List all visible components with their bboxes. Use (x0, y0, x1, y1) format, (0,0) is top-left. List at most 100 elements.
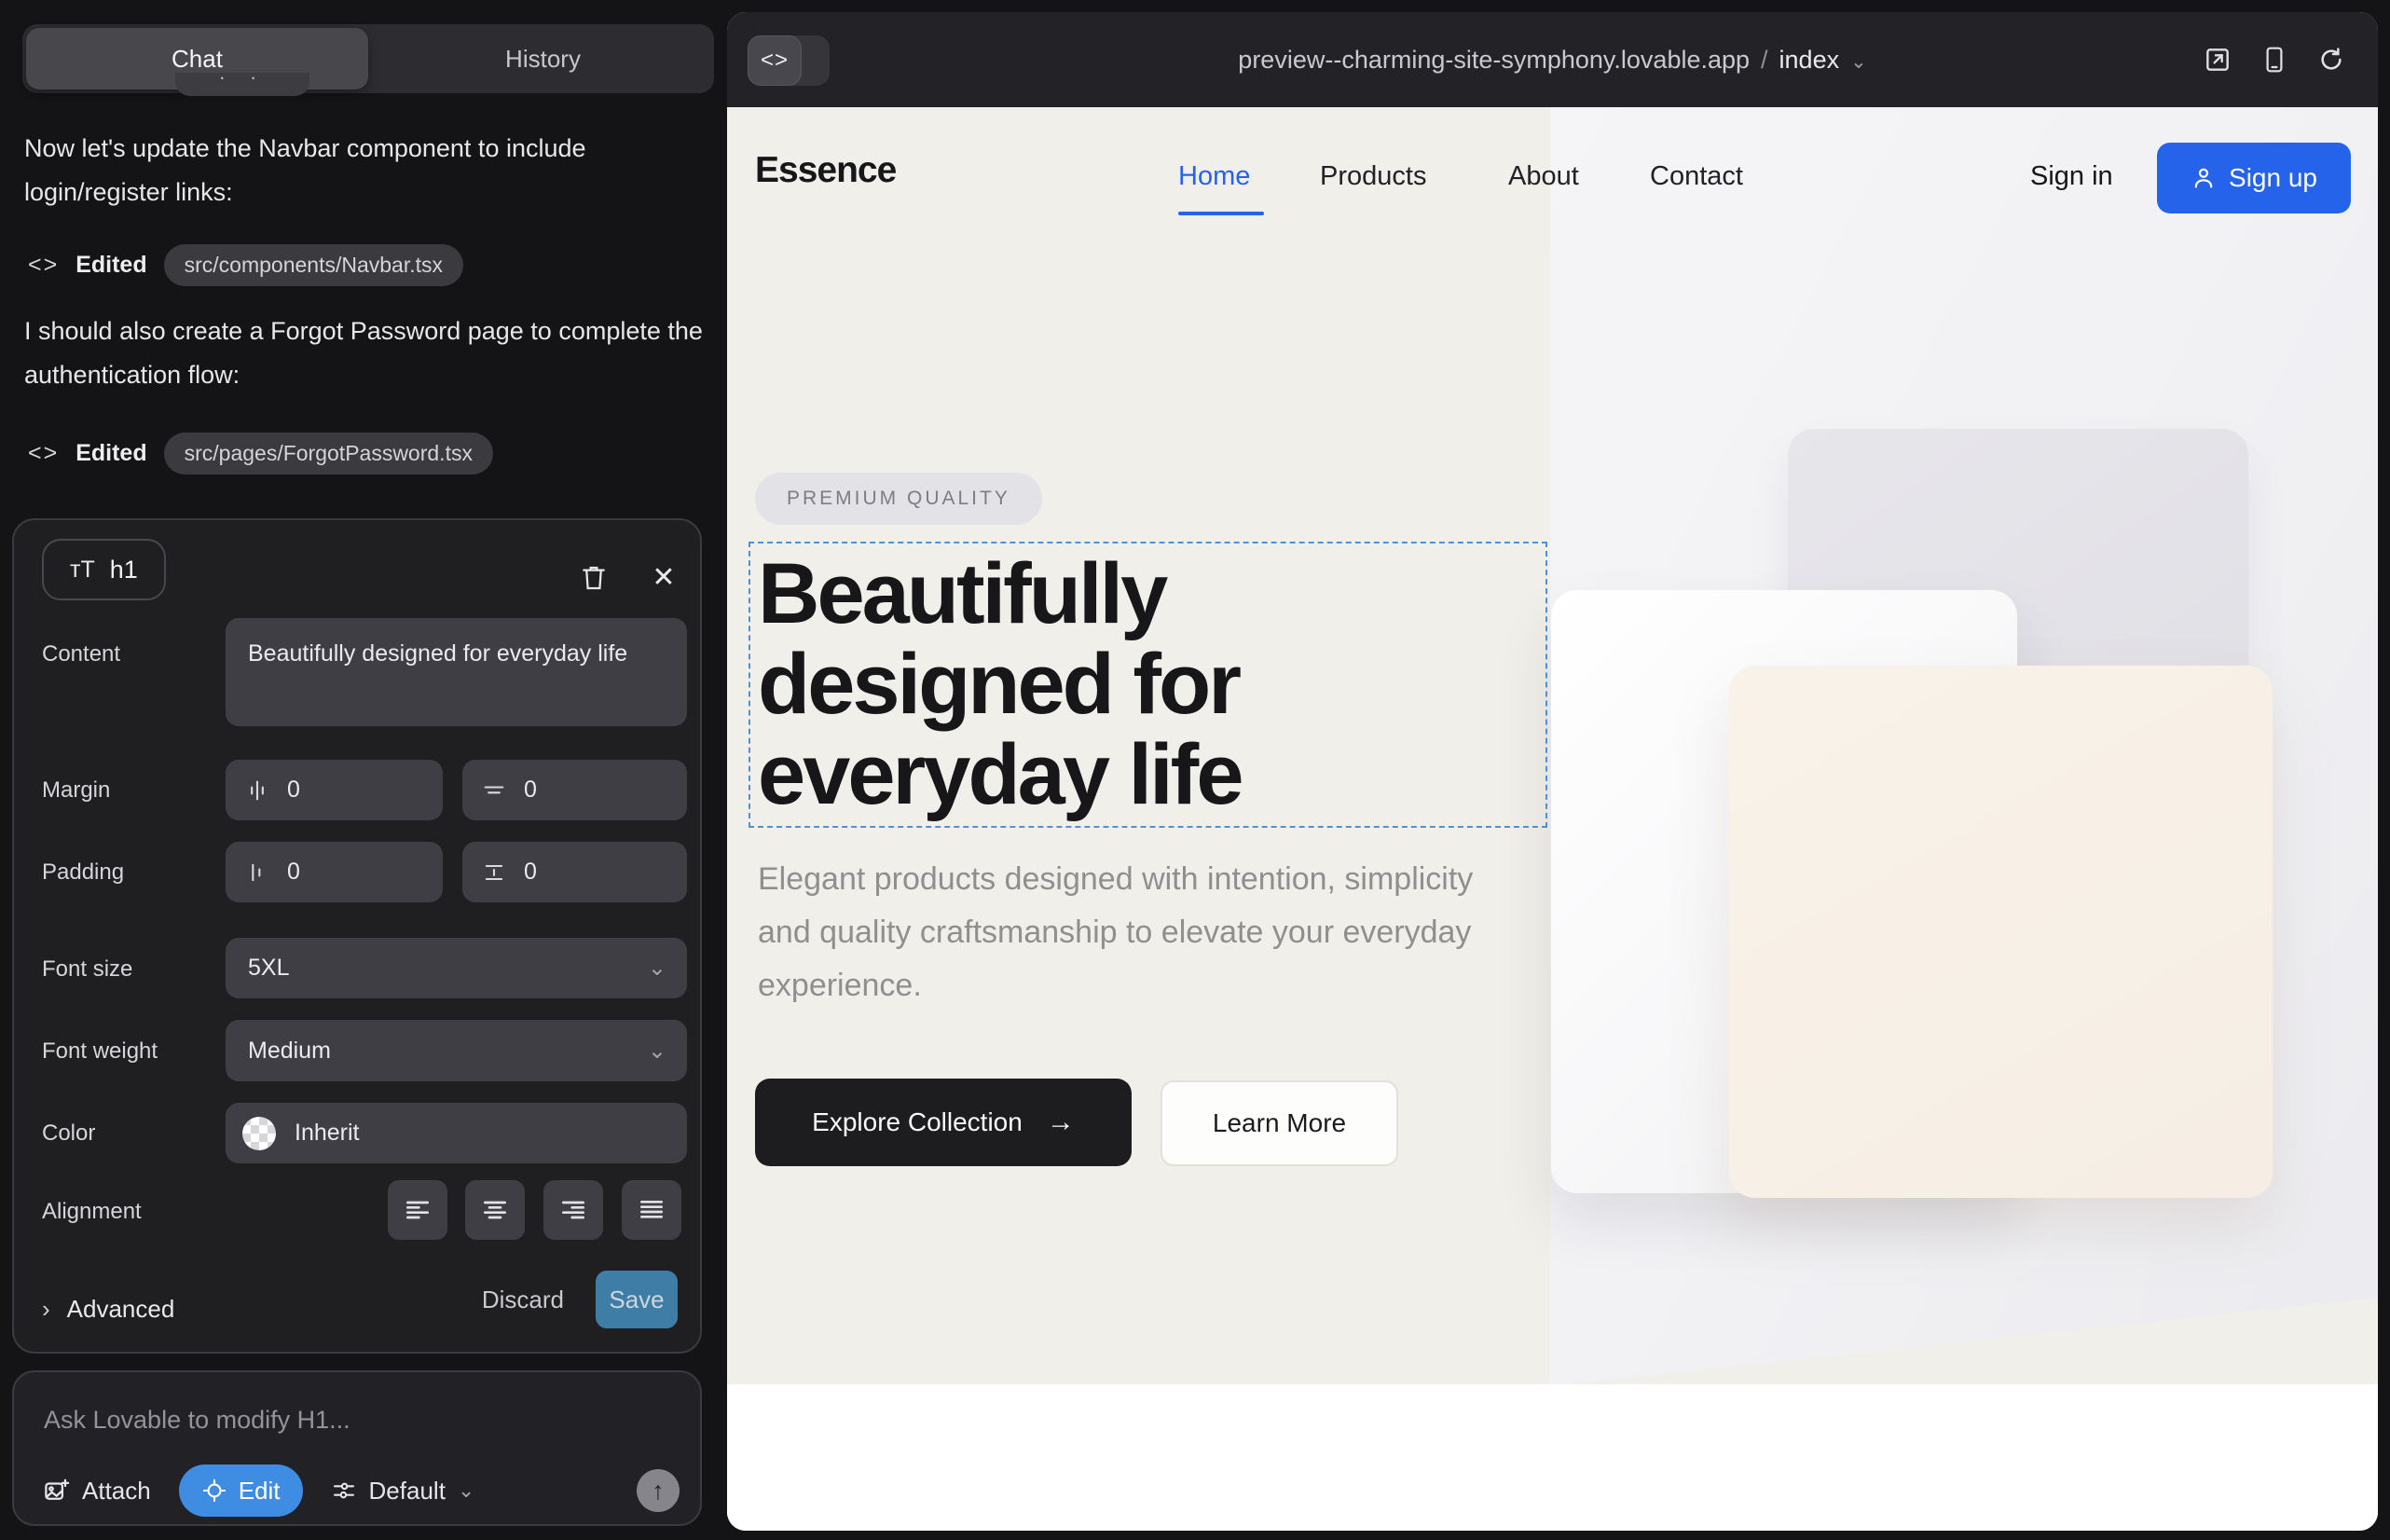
margin-vertical-value: 0 (524, 777, 537, 804)
align-left-button[interactable] (388, 1180, 447, 1240)
url-separator: / (1761, 46, 1768, 75)
refresh-button[interactable] (2316, 45, 2346, 75)
decorative-card-peach (1729, 666, 2273, 1198)
align-justify-icon (637, 1195, 666, 1225)
font-size-value: 5XL (248, 955, 289, 982)
prompt-placeholder: Ask Lovable to modify H1... (44, 1406, 350, 1435)
chevron-down-icon: ⌄ (648, 955, 666, 982)
default-label: Default (369, 1477, 446, 1506)
mobile-view-button[interactable] (2260, 45, 2288, 75)
align-right-button[interactable] (543, 1180, 603, 1240)
hero-heading-line: everyday life (758, 730, 1241, 820)
explore-collection-button[interactable]: Explore Collection → (755, 1079, 1132, 1166)
advanced-toggle[interactable]: › Advanced (42, 1290, 174, 1327)
tab-history[interactable]: History (372, 24, 714, 93)
nav-link-contact[interactable]: Contact (1650, 161, 1743, 192)
align-center-icon (480, 1195, 510, 1225)
padding-horizontal-input[interactable]: 0 (226, 842, 443, 902)
font-weight-select[interactable]: Medium ⌄ (226, 1020, 687, 1081)
edited-file-row: <> Edited src/components/Navbar.tsx (28, 241, 463, 289)
delete-element-button[interactable] (570, 553, 618, 601)
font-size-label: Font size (42, 955, 132, 984)
align-center-button[interactable] (465, 1180, 525, 1240)
save-button[interactable]: Save (596, 1271, 678, 1328)
chat-message: I should also create a Forgot Password p… (24, 309, 705, 397)
explore-collection-label: Explore Collection (812, 1107, 1023, 1137)
typography-icon: тT (70, 557, 95, 584)
font-weight-value: Medium (248, 1038, 331, 1065)
margin-vertical-icon (481, 777, 507, 804)
sliders-icon (331, 1478, 357, 1504)
nav-link-home[interactable]: Home (1178, 161, 1250, 192)
target-icon (201, 1478, 227, 1504)
padding-horizontal-value: 0 (287, 859, 300, 886)
padding-label: Padding (42, 858, 124, 887)
content-input[interactable]: Beautifully designed for everyday life (226, 618, 687, 726)
padding-vertical-icon (481, 859, 507, 886)
font-size-select[interactable]: 5XL ⌄ (226, 938, 687, 998)
close-editor-button[interactable]: ✕ (639, 553, 688, 601)
site-logo[interactable]: Essence (755, 150, 896, 191)
file-path-badge[interactable]: src/components/Navbar.tsx (164, 244, 463, 286)
open-external-button[interactable] (2203, 45, 2232, 75)
edited-file-row: <> Edited src/pages/ForgotPassword.tsx (28, 429, 493, 477)
discard-button[interactable]: Discard (482, 1286, 564, 1314)
selected-element-tag[interactable]: тT h1 (42, 539, 166, 600)
margin-horizontal-icon (244, 777, 270, 804)
preview-url-bar[interactable]: preview--charming-site-symphony.lovable.… (727, 12, 2378, 107)
learn-more-button[interactable]: Learn More (1161, 1080, 1398, 1166)
attach-button[interactable]: Attach (42, 1477, 151, 1506)
edit-mode-button[interactable]: Edit (179, 1464, 303, 1517)
close-icon: ✕ (652, 561, 675, 594)
padding-horizontal-icon (244, 859, 270, 886)
sign-up-button[interactable]: Sign up (2157, 143, 2351, 213)
file-path-badge[interactable]: src/pages/ForgotPassword.tsx (164, 433, 493, 474)
chevron-down-icon: ⌄ (1850, 50, 1867, 74)
url-host: preview--charming-site-symphony.lovable.… (1238, 46, 1750, 75)
color-select[interactable]: Inherit (226, 1103, 687, 1163)
preview-panel: <> preview--charming-site-symphony.lovab… (727, 12, 2378, 1531)
nav-link-about[interactable]: About (1508, 161, 1579, 192)
hero-heading[interactable]: Beautifully designed for everyday life (758, 549, 1241, 820)
chevron-down-icon: ⌄ (458, 1478, 474, 1503)
sign-up-label: Sign up (2229, 163, 2317, 193)
nav-link-products[interactable]: Products (1320, 161, 1426, 192)
alignment-label: Alignment (42, 1197, 142, 1227)
lovable-sidebar: Chat History · · Now let's update the Na… (0, 0, 727, 1540)
element-editor-panel: тT h1 ✕ Content Beautifully designed for… (12, 518, 702, 1354)
align-justify-button[interactable] (622, 1180, 681, 1240)
site-viewport: Essence Home Products About Contact Sign… (727, 107, 2378, 1531)
content-label: Content (42, 639, 120, 669)
section-below-hero (727, 1384, 2378, 1531)
sign-in-link[interactable]: Sign in (2030, 161, 2113, 192)
color-label: Color (42, 1119, 95, 1148)
site-navbar: Essence Home Products About Contact Sign… (727, 107, 2378, 247)
advanced-label: Advanced (67, 1295, 175, 1324)
align-left-icon (403, 1195, 433, 1225)
edited-label: Edited (76, 440, 146, 467)
send-button[interactable]: ↑ (637, 1469, 680, 1512)
color-value: Inherit (295, 1120, 359, 1147)
hero-heading-line: designed for (758, 639, 1241, 730)
chevron-down-icon: ⌄ (648, 1038, 666, 1065)
hero-heading-line: Beautifully (758, 549, 1241, 639)
prompt-input-box[interactable]: Ask Lovable to modify H1... Attach Edit (12, 1370, 702, 1526)
attach-label: Attach (82, 1477, 151, 1506)
color-swatch-transparent (242, 1117, 276, 1150)
margin-horizontal-value: 0 (287, 777, 300, 804)
element-tag-label: h1 (110, 556, 138, 584)
padding-vertical-input[interactable]: 0 (462, 842, 687, 902)
url-path: index (1779, 46, 1840, 75)
model-default-selector[interactable]: Default ⌄ (331, 1477, 475, 1506)
code-icon: <> (28, 252, 59, 279)
margin-vertical-input[interactable]: 0 (462, 760, 687, 820)
attach-image-icon (42, 1477, 70, 1505)
premium-quality-badge: PREMIUM QUALITY (755, 473, 1042, 525)
edit-label: Edit (239, 1477, 281, 1506)
margin-horizontal-input[interactable]: 0 (226, 760, 443, 820)
arrow-right-icon: → (1047, 1107, 1075, 1138)
edited-label: Edited (76, 252, 146, 279)
padding-vertical-value: 0 (524, 859, 537, 886)
user-icon (2191, 165, 2217, 191)
chevron-right-icon: › (42, 1295, 50, 1324)
